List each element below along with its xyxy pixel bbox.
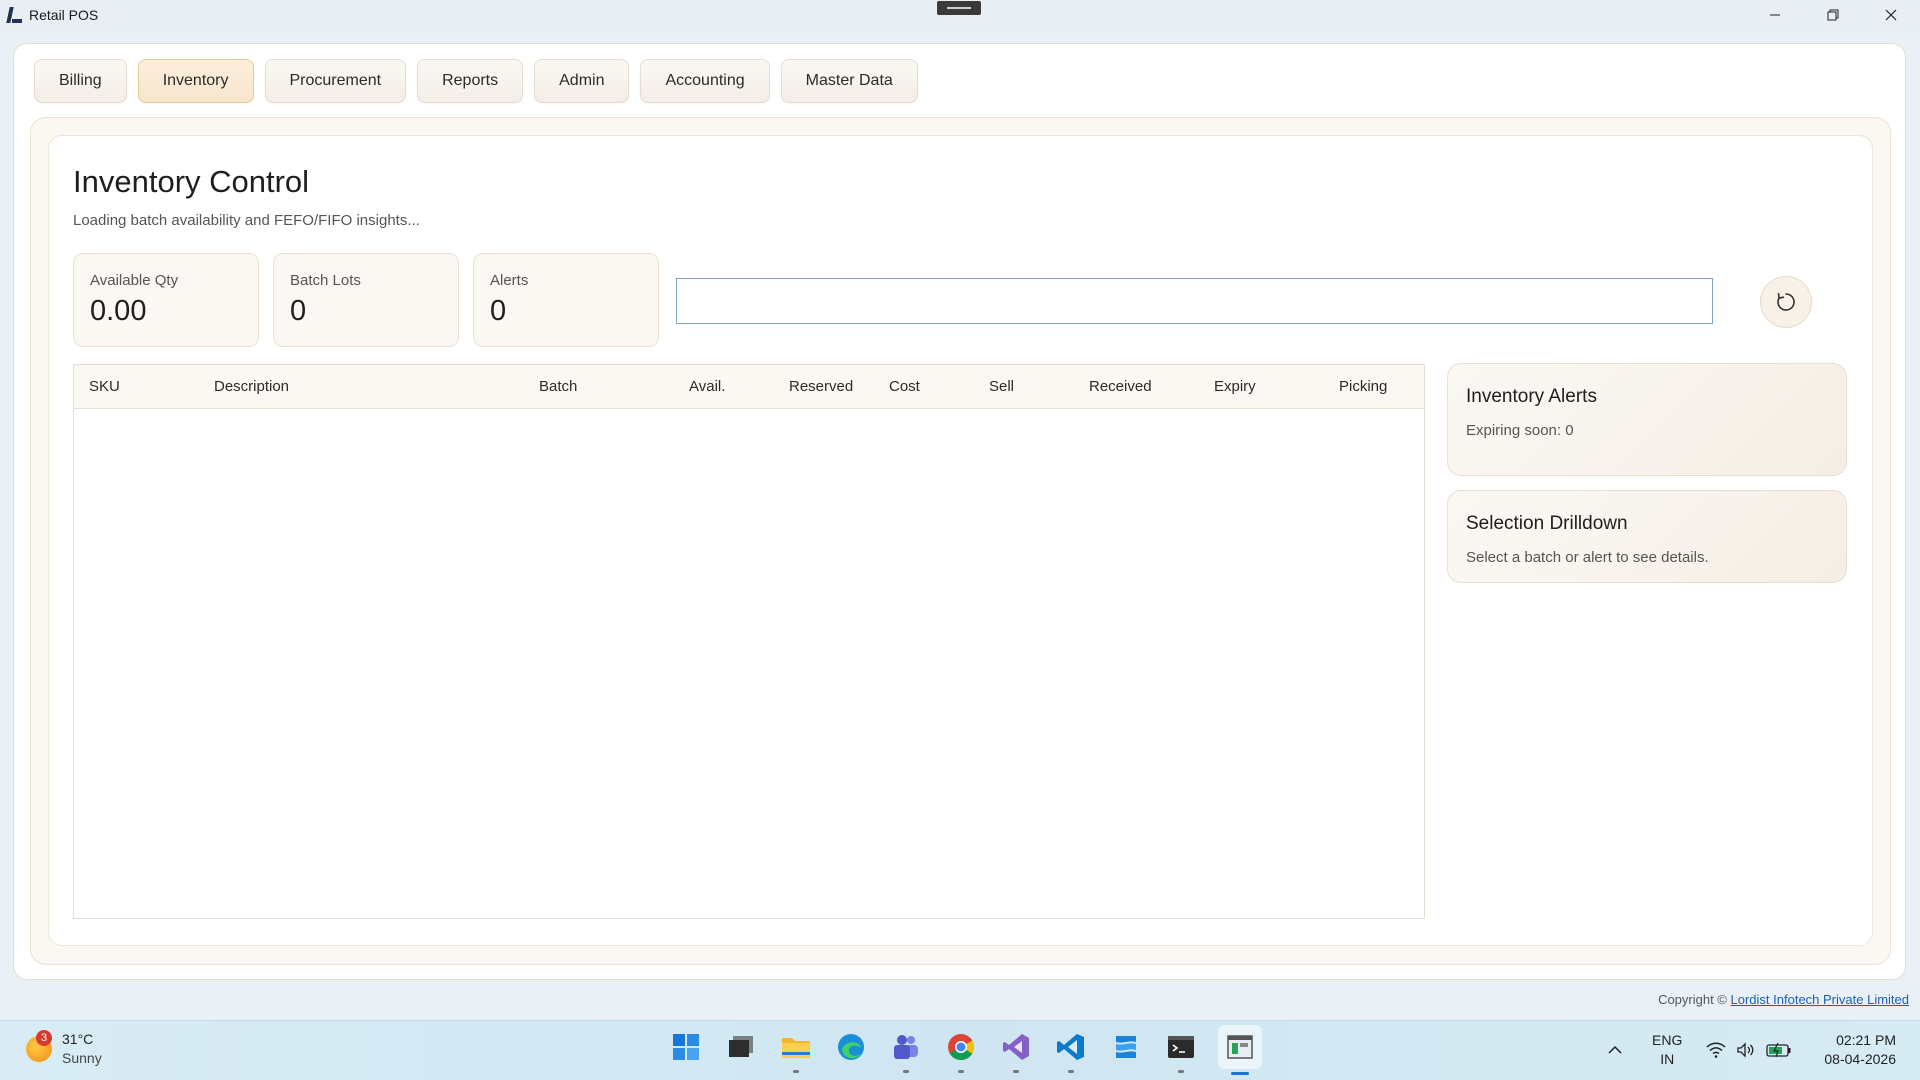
tab-accounting[interactable]: Accounting xyxy=(640,59,770,103)
active-indicator xyxy=(1231,1072,1249,1075)
expiring-soon-text: Expiring soon: 0 xyxy=(1466,422,1574,439)
close-icon xyxy=(1885,9,1897,21)
running-indicator xyxy=(903,1070,909,1073)
tab-admin[interactable]: Admin xyxy=(534,59,630,103)
running-indicator xyxy=(793,1070,799,1073)
restore-icon xyxy=(1827,9,1839,21)
language-indicator[interactable]: ENG IN xyxy=(1652,1031,1682,1069)
page-title: Inventory Control xyxy=(73,164,310,199)
file-explorer-icon[interactable] xyxy=(778,1029,814,1073)
content-panel: Inventory Control Loading batch availabi… xyxy=(30,117,1891,965)
vscode-icon[interactable] xyxy=(1053,1029,1089,1073)
stat-value: 0 xyxy=(290,295,307,327)
window-titlebar: Retail POS xyxy=(0,0,1920,30)
weather-temperature: 31°C xyxy=(62,1031,94,1047)
copyright: Copyright © Lordist Infotech Private Lim… xyxy=(1658,992,1909,1007)
weather-widget[interactable]: 3 31°C Sunny xyxy=(26,1030,102,1068)
wifi-icon[interactable] xyxy=(1706,1042,1726,1058)
drilldown-text: Select a batch or alert to see details. xyxy=(1466,549,1709,566)
minimize-icon xyxy=(1770,14,1780,16)
module-tabbar: Billing Inventory Procurement Reports Ad… xyxy=(34,59,918,103)
stat-card-alerts: Alerts 0 xyxy=(473,253,659,347)
running-indicator xyxy=(1068,1070,1074,1073)
windows-start-icon[interactable] xyxy=(668,1029,704,1065)
stat-label: Batch Lots xyxy=(290,272,361,289)
column-header-sku[interactable]: SKU xyxy=(89,365,120,409)
tab-reports[interactable]: Reports xyxy=(417,59,524,103)
restore-button[interactable] xyxy=(1804,0,1862,30)
edge-icon[interactable] xyxy=(833,1029,869,1065)
app-logo-icon xyxy=(5,6,23,24)
column-header-sell[interactable]: Sell xyxy=(989,365,1014,409)
volume-icon[interactable] xyxy=(1736,1042,1756,1058)
search-input[interactable] xyxy=(676,278,1713,324)
language-line1: ENG xyxy=(1652,1032,1683,1048)
tab-inventory[interactable]: Inventory xyxy=(137,59,254,103)
refresh-icon xyxy=(1777,293,1795,311)
table-header: SKU Description Batch Avail. Reserved Co… xyxy=(74,365,1424,409)
taskbar-apps xyxy=(668,1025,1262,1075)
language-line2: IN xyxy=(1660,1051,1675,1067)
column-header-cost[interactable]: Cost xyxy=(889,365,920,409)
copyright-text: Copyright © xyxy=(1658,992,1727,1007)
terminal-icon[interactable] xyxy=(1163,1029,1199,1073)
tab-billing[interactable]: Billing xyxy=(34,59,127,103)
column-header-batch[interactable]: Batch xyxy=(539,365,577,409)
battery-charging-icon[interactable] xyxy=(1766,1042,1792,1058)
weather-condition: Sunny xyxy=(62,1050,102,1066)
running-indicator xyxy=(1178,1070,1184,1073)
column-header-received[interactable]: Received xyxy=(1089,365,1152,409)
inventory-control-panel: Inventory Control Loading batch availabi… xyxy=(48,135,1873,946)
app-frame: Billing Inventory Procurement Reports Ad… xyxy=(13,43,1906,980)
windows-taskbar: 3 31°C Sunny ENG IN 02:21 PM 08-04-2026 xyxy=(0,1020,1920,1080)
minimize-button[interactable] xyxy=(1746,0,1804,30)
weather-text: 31°C Sunny xyxy=(62,1030,102,1068)
snap-handle[interactable] xyxy=(937,1,981,15)
system-clock[interactable]: 02:21 PM 08-04-2026 xyxy=(1824,1031,1896,1069)
stat-value: 0 xyxy=(490,295,507,327)
tab-procurement[interactable]: Procurement xyxy=(264,59,407,103)
running-indicator xyxy=(958,1070,964,1073)
selection-drilldown-card: Selection Drilldown Select a batch or al… xyxy=(1447,490,1847,583)
sun-icon: 3 xyxy=(26,1030,52,1062)
clock-time: 02:21 PM xyxy=(1836,1032,1896,1048)
teams-icon[interactable] xyxy=(888,1029,924,1073)
retail-pos-app-icon[interactable] xyxy=(1218,1025,1262,1075)
window-controls xyxy=(1746,0,1920,30)
visual-studio-icon[interactable] xyxy=(998,1029,1034,1073)
stat-value: 0.00 xyxy=(90,295,147,327)
task-view-icon[interactable] xyxy=(723,1029,759,1065)
close-button[interactable] xyxy=(1862,0,1920,30)
card-title: Inventory Alerts xyxy=(1466,386,1597,407)
clock-date: 08-04-2026 xyxy=(1824,1051,1896,1067)
card-title: Selection Drilldown xyxy=(1466,513,1628,534)
column-header-reserved[interactable]: Reserved xyxy=(789,365,853,409)
tab-master-data[interactable]: Master Data xyxy=(780,59,918,103)
azure-data-studio-icon[interactable] xyxy=(1108,1029,1144,1065)
notification-badge: 3 xyxy=(36,1030,52,1046)
window-title: Retail POS xyxy=(29,7,99,23)
page-subtitle: Loading batch availability and FEFO/FIFO… xyxy=(73,212,420,229)
stat-card-batch-lots: Batch Lots 0 xyxy=(273,253,459,347)
inventory-table[interactable]: SKU Description Batch Avail. Reserved Co… xyxy=(73,364,1425,919)
inventory-alerts-card: Inventory Alerts Expiring soon: 0 xyxy=(1447,363,1847,476)
running-indicator xyxy=(1013,1070,1019,1073)
stat-card-available-qty: Available Qty 0.00 xyxy=(73,253,259,347)
stat-label: Available Qty xyxy=(90,272,179,289)
system-tray: ENG IN 02:21 PM 08-04-2026 xyxy=(1608,1031,1896,1069)
column-header-picking[interactable]: Picking xyxy=(1339,365,1387,409)
column-header-available[interactable]: Avail. xyxy=(689,365,725,409)
column-header-expiry[interactable]: Expiry xyxy=(1214,365,1256,409)
stat-label: Alerts xyxy=(490,272,529,289)
chrome-icon[interactable] xyxy=(943,1029,979,1073)
column-header-description[interactable]: Description xyxy=(214,365,289,409)
company-link[interactable]: Lordist Infotech Private Limited xyxy=(1731,992,1909,1007)
chevron-up-icon[interactable] xyxy=(1608,1042,1622,1058)
refresh-button[interactable] xyxy=(1760,276,1812,328)
